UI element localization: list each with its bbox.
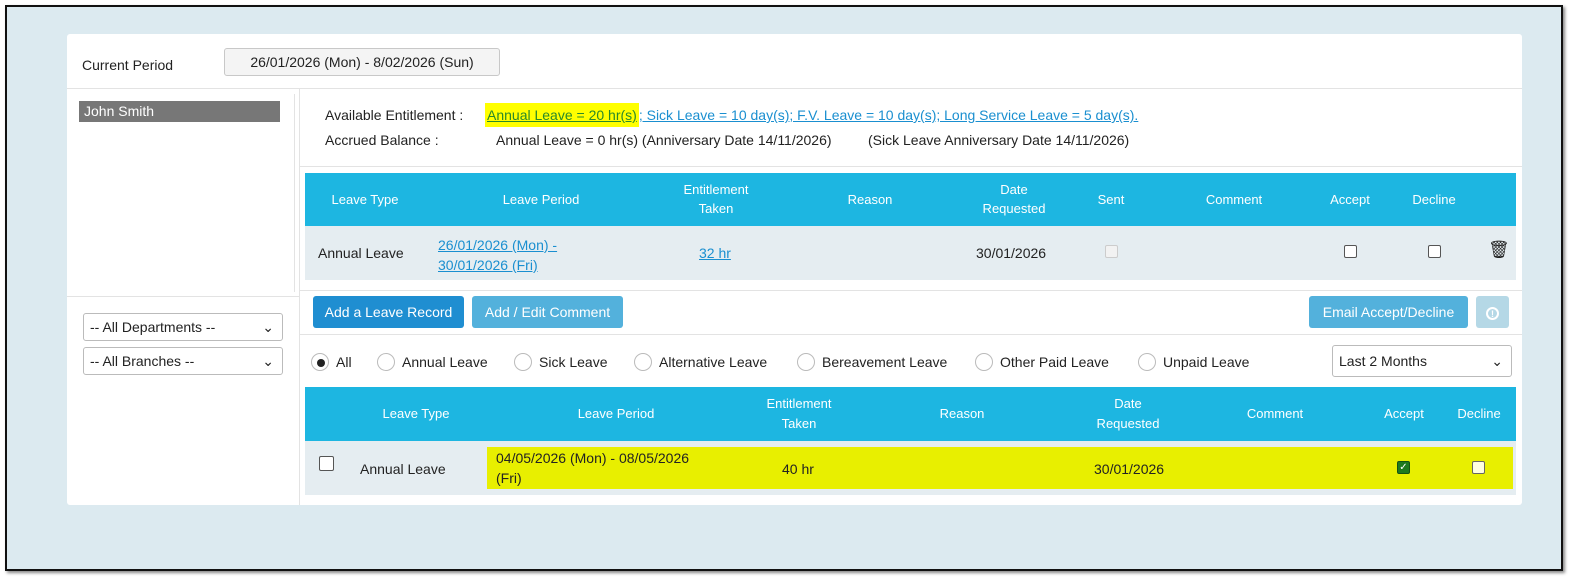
date-requested: 30/01/2026	[1094, 461, 1165, 477]
annual-leave-link[interactable]: Annual Leave = 20 hr(s)	[485, 103, 639, 127]
filter-all[interactable]: All	[311, 353, 352, 371]
info-button[interactable]: !	[1476, 296, 1509, 328]
branch-select[interactable]: -- All Branches -- ⌄	[83, 347, 283, 375]
accrued-balance-value: Annual Leave = 0 hr(s) (Anniversary Date…	[496, 132, 832, 148]
col-taken: Taken	[698, 201, 734, 216]
leave-type: Annual Leave	[360, 461, 446, 477]
branch-value: -- All Branches --	[90, 353, 195, 369]
filter-annual-leave[interactable]: Annual Leave	[377, 353, 488, 371]
sick-anniversary: (Sick Leave Anniversary Date 14/11/2026)	[868, 132, 1130, 148]
range-value: Last 2 Months	[1339, 353, 1427, 369]
col-decline: Decline	[1412, 192, 1456, 207]
available-entitlement-links: Annual Leave = 20 hr(s); Sick Leave = 10…	[485, 102, 1138, 128]
col-decline: Decline	[1457, 406, 1501, 421]
leave-period-link[interactable]: 26/01/2026 (Mon) -30/01/2026 (Fri)	[438, 235, 557, 275]
col-leave-type: Leave Type	[331, 192, 399, 207]
col-taken: Taken	[781, 416, 817, 431]
accrued-balance-label: Accrued Balance :	[325, 132, 439, 148]
department-value: -- All Departments --	[90, 319, 216, 335]
col-accept: Accept	[1384, 406, 1424, 421]
col-comment: Comment	[1205, 192, 1263, 207]
col-accept: Accept	[1330, 192, 1370, 207]
decline-checkbox[interactable]	[1472, 461, 1485, 474]
history-table-header: Leave Type Leave Period Entitlement Take…	[305, 387, 1516, 441]
filter-other-paid-leave[interactable]: Other Paid Leave	[975, 353, 1109, 371]
decline-checkbox[interactable]	[1428, 245, 1441, 258]
leave-card: Current Period 26/01/2026 (Mon) - 8/02/2…	[67, 34, 1522, 505]
sent-checkbox	[1105, 245, 1118, 258]
col-requested: Requested	[982, 201, 1046, 216]
add-edit-comment-button[interactable]: Add / Edit Comment	[472, 296, 623, 328]
col-entitlement: Entitlement	[683, 182, 749, 197]
other-leave-link[interactable]: ; Sick Leave = 10 day(s); F.V. Leave = 1…	[639, 107, 1138, 123]
filter-sick-leave[interactable]: Sick Leave	[514, 353, 607, 371]
col-leave-period: Leave Period	[502, 192, 580, 207]
filter-bereavement-leave[interactable]: Bereavement Leave	[797, 353, 947, 371]
email-accept-decline-button[interactable]: Email Accept/Decline	[1309, 296, 1468, 328]
accept-checkbox[interactable]	[1344, 245, 1357, 258]
taken-link[interactable]: 32 hr	[699, 245, 731, 261]
chevron-down-icon: ⌄	[262, 319, 274, 335]
col-sent: Sent	[1097, 192, 1125, 207]
col-leave-period: Leave Period	[577, 406, 655, 421]
taken: 40 hr	[782, 461, 814, 477]
department-select[interactable]: -- All Departments -- ⌄	[83, 313, 283, 341]
table-row: Annual Leave 04/05/2026 (Mon) - 08/05/20…	[305, 441, 1516, 495]
info-icon: !	[1486, 307, 1499, 320]
chevron-down-icon: ⌄	[262, 353, 274, 369]
available-entitlement-label: Available Entitlement :	[325, 107, 464, 123]
add-leave-record-button[interactable]: Add a Leave Record	[313, 296, 464, 328]
col-leave-type: Leave Type	[382, 406, 450, 421]
trash-icon[interactable]: 🗑	[1488, 240, 1510, 260]
chevron-down-icon: ⌄	[1491, 353, 1503, 369]
col-requested: Requested	[1096, 416, 1160, 431]
col-reason: Reason	[847, 192, 893, 207]
pending-table-header: Leave Type Leave Period Entitlement Take…	[305, 173, 1516, 226]
current-period-selector[interactable]: 26/01/2026 (Mon) - 8/02/2026 (Sun)	[224, 48, 500, 76]
col-date: Date	[1000, 182, 1028, 197]
col-comment: Comment	[1246, 406, 1304, 421]
leave-period: 04/05/2026 (Mon) - 08/05/2026 (Fri)	[496, 450, 690, 486]
range-select[interactable]: Last 2 Months ⌄	[1332, 345, 1512, 377]
row-select-checkbox[interactable]	[319, 456, 334, 471]
window-frame: Current Period 26/01/2026 (Mon) - 8/02/2…	[5, 5, 1563, 571]
col-date: Date	[1114, 396, 1142, 411]
date-requested: 30/01/2026	[976, 245, 1047, 261]
leave-type: Annual Leave	[318, 245, 404, 261]
current-period-label: Current Period	[82, 57, 174, 73]
filter-alternative-leave[interactable]: Alternative Leave	[634, 353, 767, 371]
col-reason: Reason	[939, 406, 985, 421]
filter-unpaid-leave[interactable]: Unpaid Leave	[1138, 353, 1249, 371]
table-row: Annual Leave 26/01/2026 (Mon) -30/01/202…	[305, 226, 1516, 280]
col-entitlement: Entitlement	[766, 396, 832, 411]
employee-item[interactable]: John Smith	[79, 101, 280, 122]
employee-list[interactable]: John Smith	[77, 94, 295, 292]
accept-checkbox-checked[interactable]: ✓	[1397, 461, 1410, 474]
